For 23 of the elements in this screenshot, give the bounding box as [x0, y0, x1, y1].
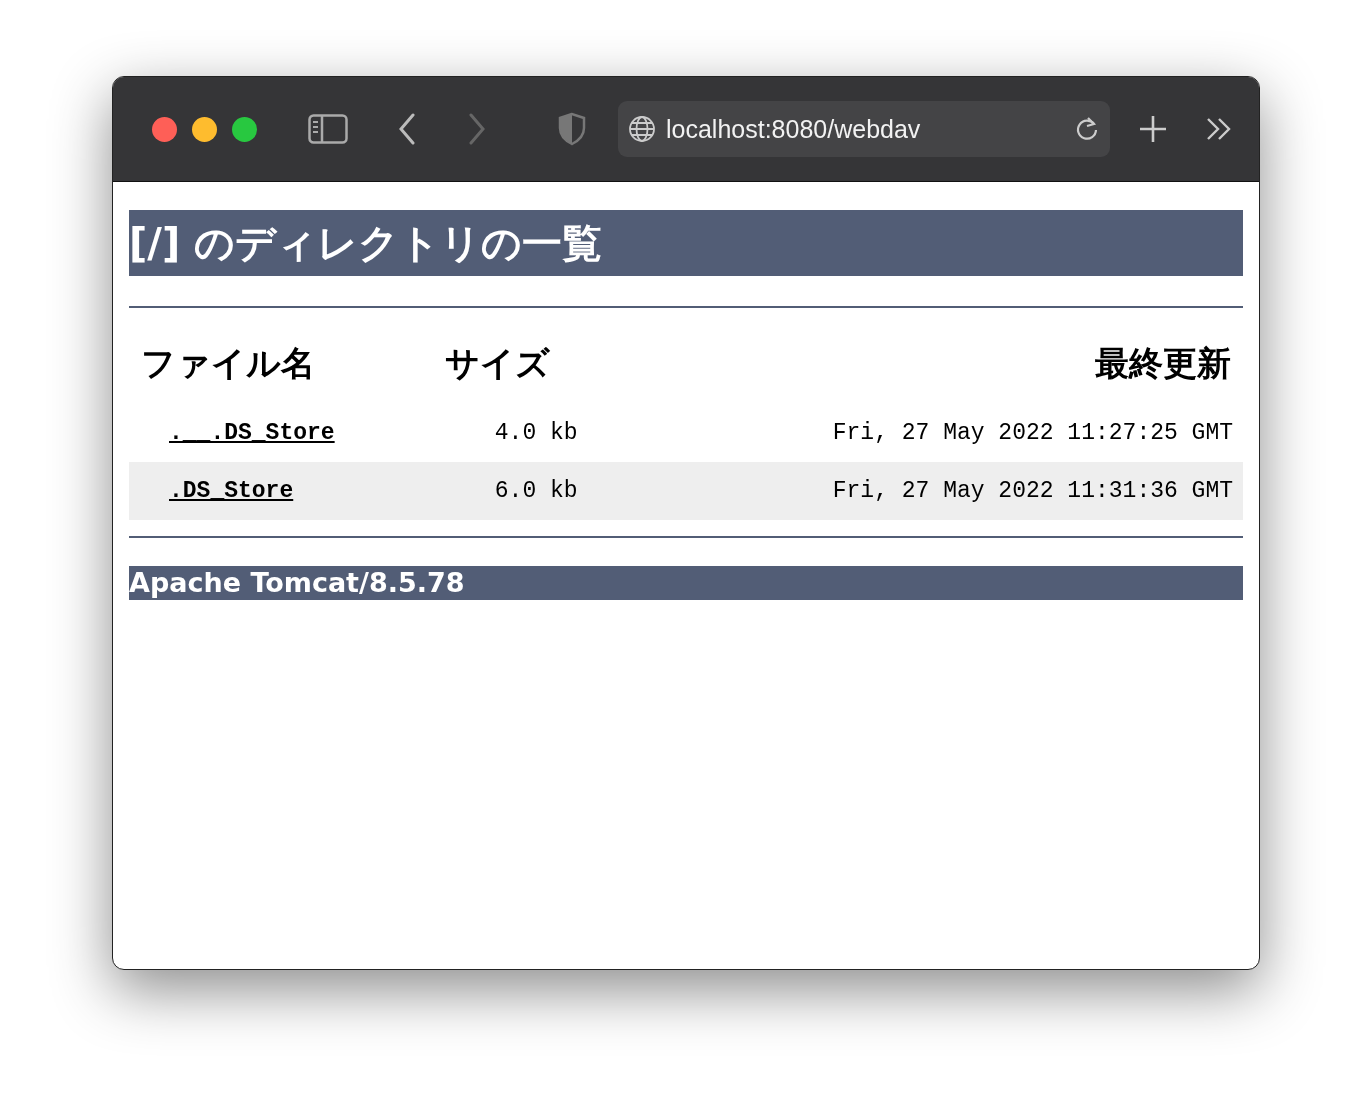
sidebar-icon[interactable]	[308, 114, 348, 144]
minimize-button[interactable]	[192, 116, 217, 142]
zoom-button[interactable]	[232, 116, 257, 142]
size-cell: 4.0 kb	[432, 404, 651, 462]
date-cell: Fri, 27 May 2022 11:27:25 GMT	[650, 404, 1243, 462]
column-header: 最終更新	[1094, 342, 1232, 385]
plus-icon[interactable]	[1138, 114, 1168, 144]
shield-icon[interactable]	[558, 112, 586, 146]
chevrons-icon[interactable]	[1206, 117, 1232, 141]
file-link[interactable]: .DS_Store	[169, 478, 294, 504]
close-button[interactable]	[152, 116, 177, 142]
address-bar[interactable]: localhost:8080/webdav	[618, 101, 1110, 157]
back-icon[interactable]	[398, 113, 416, 145]
page-heading: [/] のディレクトリの一覧	[129, 210, 1243, 276]
server-footer: Apache Tomcat/8.5.78	[129, 566, 1243, 600]
column-header: サイズ	[443, 342, 551, 385]
column-header: ファイル名	[140, 342, 316, 385]
file-link[interactable]: .__.DS_Store	[169, 420, 335, 446]
size-cell: 6.0 kb	[432, 462, 651, 520]
date-cell: Fri, 27 May 2022 11:31:36 GMT	[650, 462, 1243, 520]
globe-icon	[628, 115, 656, 143]
url-text: localhost:8080/webdav	[666, 114, 922, 144]
reload-icon[interactable]	[1074, 115, 1100, 143]
